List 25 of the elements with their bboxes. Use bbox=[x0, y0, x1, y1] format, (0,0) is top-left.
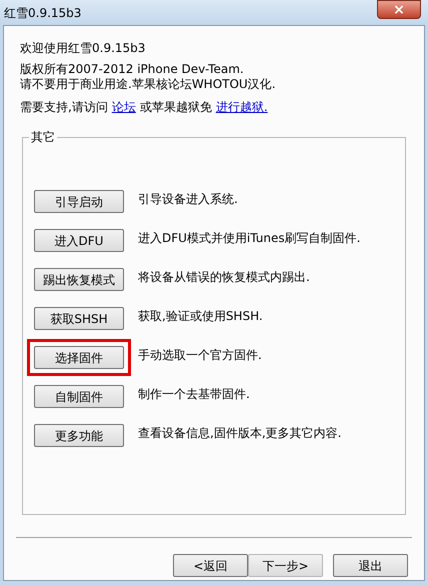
dialog-button[interactable]: <返回 bbox=[173, 554, 248, 577]
action-button[interactable]: 自制固件 bbox=[34, 385, 124, 408]
copyright-text: 请不要用于商业用途.苹果核论坛WHOTOU汉化. bbox=[20, 77, 277, 92]
support-text: 或苹果越狱免 bbox=[140, 99, 212, 115]
welcome-text: 欢迎使用红雪0.9.15b3 bbox=[20, 40, 146, 56]
action-button[interactable]: 更多功能 bbox=[34, 424, 124, 447]
window-title: 红雪0.9.15b3 bbox=[4, 5, 82, 22]
action-button[interactable]: 选择固件 bbox=[34, 346, 124, 369]
action-button[interactable]: 引导启动 bbox=[34, 190, 124, 213]
group-title: 其它 bbox=[29, 129, 57, 145]
forum-link[interactable]: 论坛 bbox=[112, 99, 136, 115]
action-description: 获取,验证或使用SHSH. bbox=[138, 308, 263, 324]
action-description: 引导设备进入系统. bbox=[138, 190, 238, 208]
action-button[interactable]: 踢出恢复模式 bbox=[34, 268, 124, 291]
action-description: 制作一个去基带固件. bbox=[138, 386, 250, 402]
action-button[interactable]: 进入DFU bbox=[34, 229, 124, 252]
action-description: 查看设备信息,固件版本,更多其它内容. bbox=[138, 424, 342, 442]
dialog-button[interactable]: 退出 bbox=[333, 554, 408, 577]
action-button[interactable]: 获取SHSH bbox=[34, 307, 124, 330]
jailbreak-link[interactable]: 进行越狱. bbox=[216, 99, 268, 115]
action-description: 手动选取一个官方固件. bbox=[138, 346, 262, 364]
action-description: 将设备从错误的恢复模式内踢出. bbox=[138, 268, 310, 286]
action-description: 进入DFU模式并使用iTunes刷写自制固件. bbox=[138, 230, 360, 246]
support-text: 需要支持,请访问 bbox=[20, 99, 108, 115]
copyright-text: 版权所有2007-2012 iPhone Dev-Team. bbox=[20, 62, 245, 77]
